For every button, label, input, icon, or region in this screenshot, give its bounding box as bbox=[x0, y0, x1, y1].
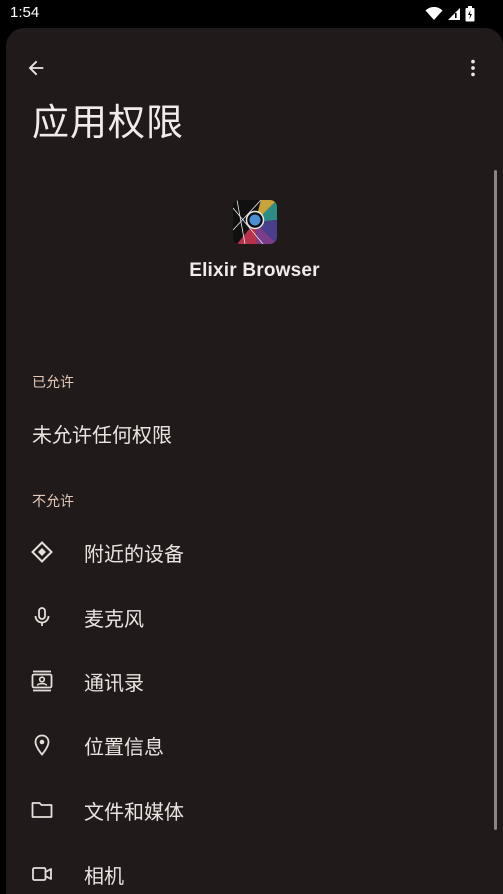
permission-item-contacts[interactable]: 通讯录 bbox=[6, 649, 503, 713]
permission-label: 附近的设备 bbox=[84, 542, 184, 566]
app-header: Elixir Browser bbox=[6, 200, 503, 282]
battery-icon bbox=[465, 6, 475, 22]
permission-label: 麦克风 bbox=[84, 607, 144, 631]
no-permissions-allowed-text: 未允许任何权限 bbox=[32, 423, 172, 447]
permission-item-location[interactable]: 位置信息 bbox=[6, 713, 503, 777]
contacts-icon bbox=[30, 669, 54, 693]
permission-item-microphone[interactable]: 麦克风 bbox=[6, 585, 503, 649]
more-vert-icon bbox=[471, 59, 475, 77]
permission-item-camera[interactable]: 相机 bbox=[6, 842, 503, 894]
app-icon bbox=[232, 200, 277, 244]
section-label-denied: 不允许 bbox=[32, 494, 74, 510]
scrollbar[interactable] bbox=[494, 170, 497, 830]
screen: 1:54 应用权限 Elixir Browser 已允许 未允许任何权限 不允许… bbox=[0, 0, 503, 894]
folder-icon bbox=[30, 798, 54, 822]
permission-label: 相机 bbox=[84, 864, 124, 888]
arrow-back-icon bbox=[28, 60, 44, 76]
nearby-devices-icon bbox=[30, 540, 54, 564]
app-name: Elixir Browser bbox=[189, 260, 320, 281]
more-options-button[interactable] bbox=[457, 52, 489, 84]
cellular-signal-icon bbox=[448, 8, 460, 20]
page-title: 应用权限 bbox=[32, 101, 184, 144]
permission-label: 通讯录 bbox=[84, 671, 144, 695]
status-icons bbox=[425, 5, 475, 23]
section-label-allowed: 已允许 bbox=[32, 375, 74, 391]
permission-label: 文件和媒体 bbox=[84, 800, 184, 824]
permission-label: 位置信息 bbox=[84, 735, 164, 759]
permissions-panel: 应用权限 Elixir Browser 已允许 未允许任何权限 不允许 附近的设… bbox=[6, 28, 503, 894]
status-time: 1:54 bbox=[10, 4, 40, 21]
permission-item-nearby-devices[interactable]: 附近的设备 bbox=[6, 520, 503, 584]
camera-icon bbox=[30, 862, 54, 886]
status-bar: 1:54 bbox=[0, 0, 503, 28]
app-bar bbox=[6, 48, 503, 88]
wifi-icon bbox=[425, 7, 443, 20]
location-icon bbox=[30, 733, 54, 757]
permission-item-files-media[interactable]: 文件和媒体 bbox=[6, 778, 503, 842]
microphone-icon bbox=[30, 605, 54, 629]
back-button[interactable] bbox=[20, 52, 52, 84]
elixir-browser-logo-icon bbox=[232, 200, 277, 244]
